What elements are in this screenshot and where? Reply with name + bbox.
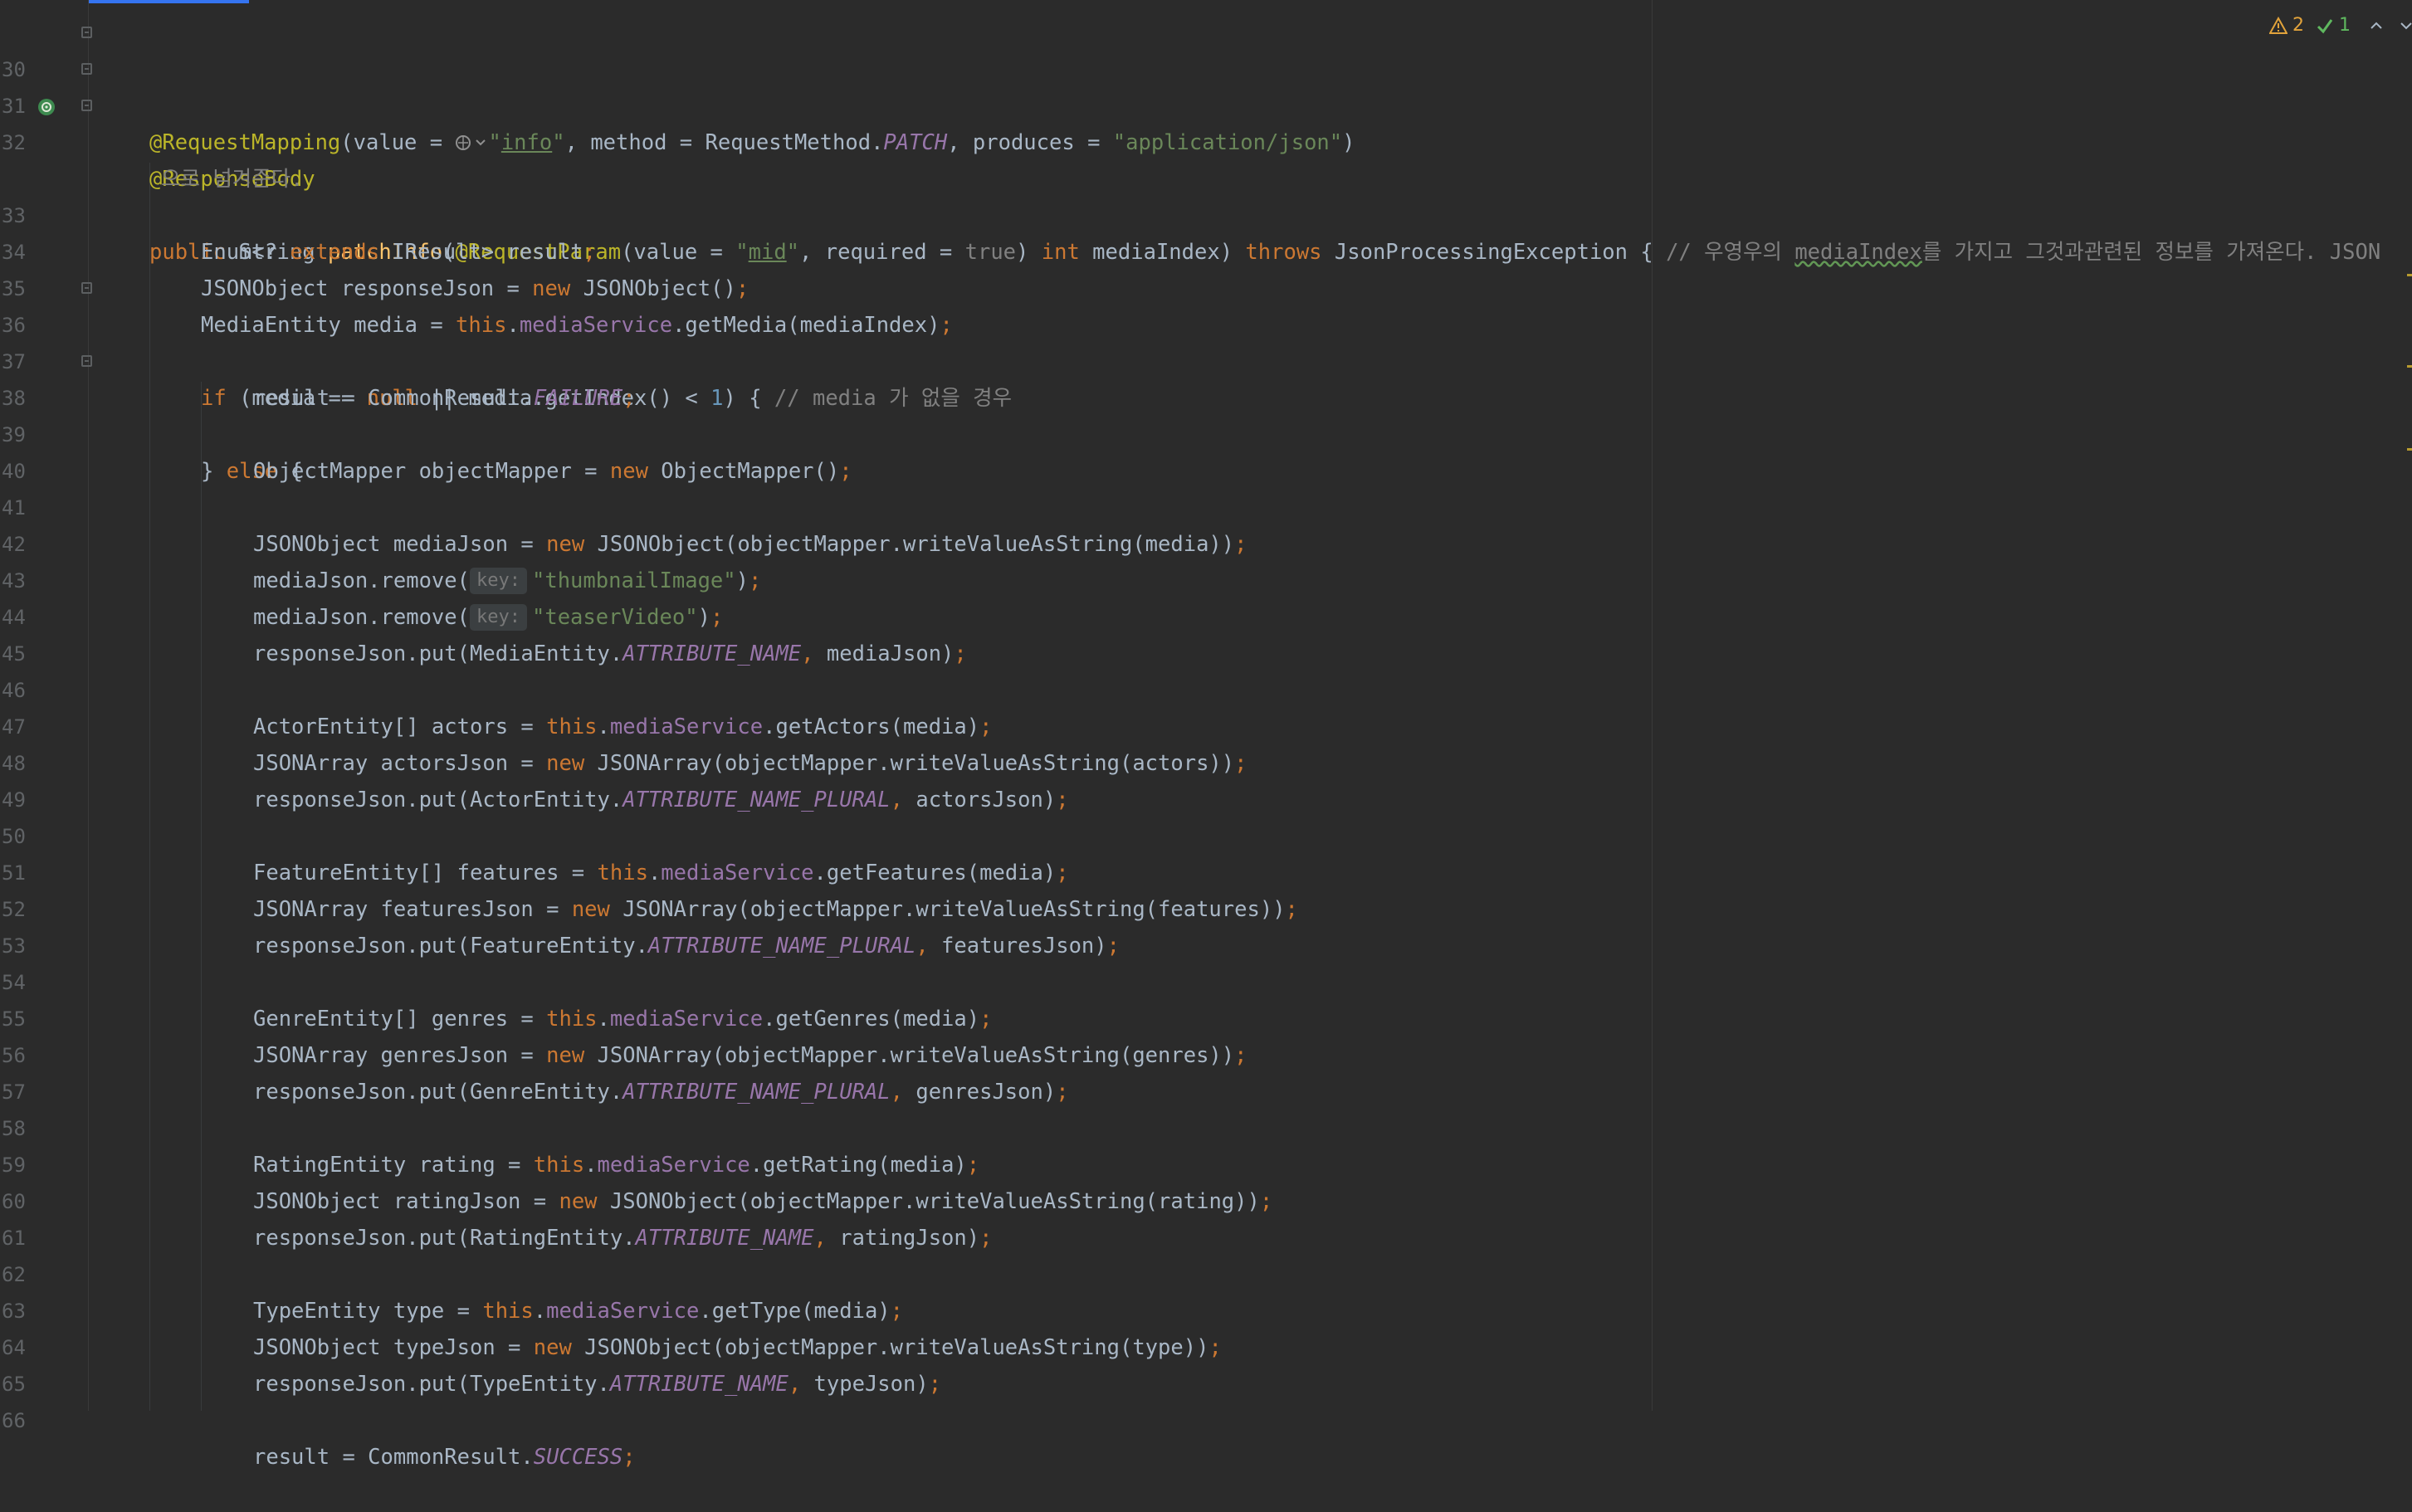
code-editor[interactable]: 2 1 30 @RequestMapping(value = "info", m… (0, 0, 2412, 1470)
code-line[interactable]: 34 JSONObject responseJson = new JSONObj… (0, 198, 2412, 301)
code-line[interactable]: 49 (0, 745, 2412, 812)
code-line[interactable]: 55 JSONArray genresJson = new JSONArray(… (0, 964, 2412, 1068)
code-line[interactable]: 63 JSONObject typeJson = new JSONObject(… (0, 1256, 2412, 1360)
code-line[interactable]: 45 (0, 599, 2412, 666)
fold-marker[interactable] (81, 63, 92, 75)
code-line[interactable]: 30 @RequestMapping(value = "info", metho… (0, 15, 2412, 155)
code-line[interactable]: 56 responseJson.put(GenreEntity.ATTRIBUT… (0, 1001, 2412, 1105)
token: ; (623, 1445, 636, 1470)
request-mapping-icon[interactable] (37, 97, 56, 117)
code-line[interactable]: 39 ObjectMapper objectMapper = new Objec… (0, 380, 2412, 484)
code-line[interactable]: 58 RatingEntity rating = this.mediaServi… (0, 1074, 2412, 1178)
code-line[interactable]: 57 (0, 1037, 2412, 1104)
fold-marker[interactable] (81, 355, 92, 367)
code-line[interactable]: 60 responseJson.put(RatingEntity.ATTRIBU… (0, 1147, 2412, 1251)
fold-marker[interactable] (81, 282, 92, 294)
code-line[interactable]: 66 result = CommonResult.SUCCESS; (0, 1366, 2412, 1470)
code-line[interactable]: 62 TypeEntity type = this.mediaService.g… (0, 1220, 2412, 1324)
code-line[interactable]: 48 responseJson.put(ActorEntity.ATTRIBUT… (0, 709, 2412, 812)
fold-marker[interactable] (81, 100, 92, 111)
code-line[interactable]: 41 JSONObject mediaJson = new JSONObject… (0, 453, 2412, 557)
code-line[interactable]: 64 responseJson.put(TypeEntity.ATTRIBUTE… (0, 1293, 2412, 1397)
code-line[interactable]: 52 responseJson.put(FeatureEntity.ATTRIB… (0, 855, 2412, 958)
code-line[interactable]: 38 } else { (0, 344, 2412, 484)
code-line-wrapped[interactable]: 으로 넘겨준다. (0, 124, 2412, 192)
code-line[interactable]: 47 JSONArray actorsJson = new JSONArray(… (0, 672, 2412, 776)
token: SUCCESS (533, 1445, 623, 1470)
code-line[interactable]: 32 public String patchInfo(@RequestParam… (0, 88, 2412, 265)
code-line[interactable]: 61 (0, 1183, 2412, 1250)
code-line[interactable]: 46 ActorEntity[] actors = this.mediaServ… (0, 636, 2412, 739)
code-line[interactable]: 53 (0, 891, 2412, 958)
code-line[interactable]: 37 result = CommonResult.FAILURE; (0, 307, 2412, 411)
code-line[interactable]: 33 Enum<? extends IResult> result; (0, 161, 2412, 265)
code-line[interactable]: 40 (0, 417, 2412, 483)
code-line[interactable]: 35 MediaEntity media = this.mediaService… (0, 234, 2412, 338)
code-line[interactable]: 43 mediaJson.remove(key: "teaserVideo"); (0, 526, 2412, 631)
code-line[interactable]: 54 GenreEntity[] genres = this.mediaServ… (0, 928, 2412, 1032)
fold-marker[interactable] (81, 27, 92, 38)
code-line[interactable]: 50 FeatureEntity[] features = this.media… (0, 782, 2412, 885)
code-line[interactable]: 65 (0, 1329, 2412, 1396)
code-line[interactable]: 59 JSONObject ratingJson = new JSONObjec… (0, 1110, 2412, 1214)
code-line[interactable]: 36 if (media == null || media.getIndex()… (0, 271, 2412, 411)
token: result = CommonResult. (253, 1445, 534, 1470)
code-line[interactable]: 44 responseJson.put(MediaEntity.ATTRIBUT… (0, 563, 2412, 666)
code-line[interactable]: 42 mediaJson.remove(key: "thumbnailImage"… (0, 490, 2412, 594)
code-line[interactable]: 51 JSONArray featuresJson = new JSONArra… (0, 818, 2412, 922)
line-number: 66 (2, 1409, 26, 1432)
code-line[interactable]: 31 @ResponseBody (0, 51, 2412, 192)
